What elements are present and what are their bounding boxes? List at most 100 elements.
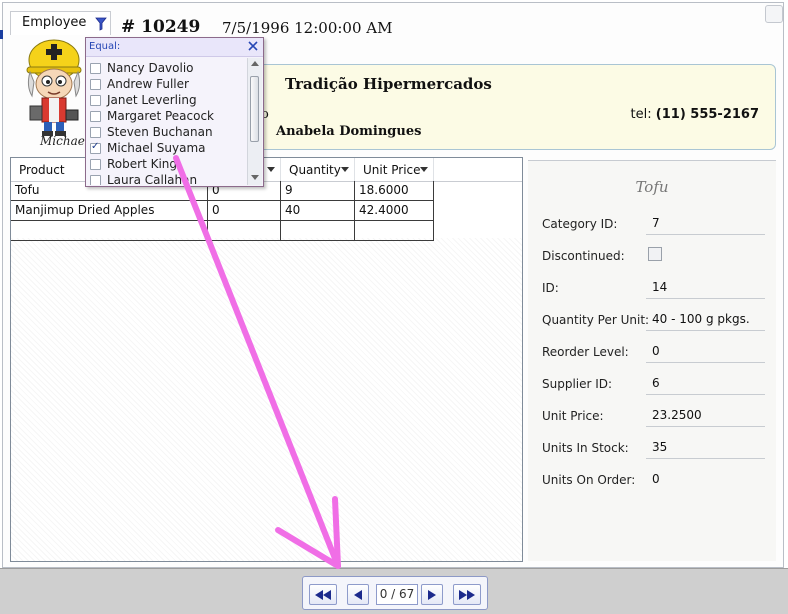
last-page-icon (459, 589, 475, 600)
filter-option-label: Robert King (107, 157, 178, 171)
detail-value[interactable]: 7 (646, 210, 765, 235)
filter-popup-header: Equal: (86, 38, 263, 57)
detail-value[interactable]: 6 (646, 370, 765, 395)
scrollbar-thumb[interactable] (250, 76, 259, 142)
panel-corner-button[interactable] (765, 5, 783, 23)
filter-option[interactable]: Nancy Davolio (88, 60, 245, 76)
cell-product[interactable]: Manjimup Dried Apples (11, 201, 208, 220)
table-row-new[interactable] (11, 221, 434, 241)
filter-value-list: Nancy Davolio Andrew Fuller Janet Leverl… (88, 58, 245, 185)
discontinued-checkbox[interactable] (648, 247, 662, 261)
filter-option[interactable]: Janet Leverling (88, 92, 245, 108)
next-page-button[interactable] (421, 584, 443, 605)
cell-unit-price[interactable]: 18.6000 (355, 181, 434, 200)
customer-phone: tel: (11) 555-2167 (631, 107, 759, 122)
filter-checkbox[interactable] (90, 111, 101, 122)
detail-value[interactable]: 35 (646, 434, 765, 459)
column-filter-arrow-icon[interactable] (341, 167, 349, 172)
filter-option-label: Michael Suyama (107, 141, 206, 155)
detail-row-supplier-id: Supplier ID: 6 (528, 365, 776, 397)
previous-page-icon (354, 589, 362, 600)
cell-unit-price[interactable]: 42.4000 (355, 201, 434, 220)
filter-checkbox[interactable] (90, 63, 101, 74)
order-date: 7/5/1996 12:00:00 AM (222, 19, 393, 37)
detail-row-units-in-stock: Units In Stock: 35 (528, 429, 776, 461)
column-header-unit-price[interactable]: Unit Price (355, 158, 434, 181)
filter-option[interactable]: Robert King (88, 156, 245, 172)
product-details-title: Tofu (635, 178, 669, 196)
detail-row-reorder-level: Reorder Level: 0 (528, 333, 776, 365)
cell-discount[interactable] (208, 221, 281, 240)
filter-icon[interactable] (95, 17, 107, 31)
cell-unit-price[interactable] (355, 221, 434, 240)
employee-column-header[interactable]: Employee (10, 11, 111, 35)
first-page-button[interactable] (309, 584, 337, 605)
close-icon[interactable] (247, 40, 259, 52)
column-header-label: Product (19, 163, 65, 177)
filter-operator-label: Equal: (89, 41, 121, 52)
filter-checkbox-checked[interactable] (90, 141, 101, 154)
last-page-button[interactable] (453, 584, 481, 605)
employee-avatar (22, 34, 86, 144)
detail-label: ID: (542, 281, 559, 295)
column-filter-arrow-icon[interactable] (420, 167, 428, 172)
cell-discount[interactable]: 0 (208, 201, 281, 220)
cell-product[interactable] (11, 221, 208, 240)
filter-option-label: Margaret Peacock (107, 109, 215, 123)
table-row[interactable]: Manjimup Dried Apples 0 40 42.4000 (11, 201, 434, 221)
detail-row-category-id: Category ID: 7 (528, 205, 776, 237)
cell-quantity[interactable]: 9 (281, 181, 355, 200)
scroll-up-icon[interactable] (251, 61, 259, 66)
filter-option-label: Steven Buchanan (107, 125, 213, 139)
detail-label: Supplier ID: (542, 377, 613, 391)
detail-value[interactable]: 23.2500 (646, 402, 765, 427)
filter-checkbox[interactable] (90, 79, 101, 90)
phone-prefix: tel: (630, 107, 652, 122)
detail-value[interactable]: 14 (646, 274, 765, 299)
filter-option[interactable]: Michael Suyama (88, 140, 245, 156)
cell-quantity[interactable] (281, 221, 355, 240)
detail-row-discontinued: Discontinued: (528, 237, 776, 269)
filter-option-label: Janet Leverling (107, 93, 197, 107)
filter-checkbox[interactable] (90, 95, 101, 106)
filter-checkbox[interactable] (90, 127, 101, 138)
column-header-label: Quantity (289, 163, 341, 177)
detail-value[interactable]: 0 (646, 466, 765, 491)
filter-option[interactable]: Margaret Peacock (88, 108, 245, 124)
detail-label: Unit Price: (542, 409, 604, 423)
detail-label: Discontinued: (542, 249, 625, 263)
employee-header-label: Employee (22, 15, 87, 30)
customer-contact: Anabela Domingues (276, 124, 422, 139)
filter-option[interactable]: Andrew Fuller (88, 76, 245, 92)
detail-label: Category ID: (542, 217, 618, 231)
scroll-down-icon[interactable] (251, 175, 259, 180)
cell-quantity[interactable]: 40 (281, 201, 355, 220)
filter-option[interactable]: Steven Buchanan (88, 124, 245, 140)
product-details-panel: Tofu Category ID: 7 Discontinued: ID: 14… (528, 160, 776, 561)
detail-row-quantity-per-unit: Quantity Per Unit: 40 - 100 g pkgs. (528, 301, 776, 333)
column-filter-arrow-icon[interactable] (267, 167, 275, 172)
selection-marker (0, 30, 3, 39)
detail-row-id: ID: 14 (528, 269, 776, 301)
detail-label: Quantity Per Unit: (542, 313, 650, 327)
filter-checkbox[interactable] (90, 159, 101, 170)
detail-label: Reorder Level: (542, 345, 629, 359)
page-indicator[interactable]: 0 / 67 (376, 584, 418, 605)
filter-option-label: Laura Callahan (107, 173, 198, 185)
filter-list-scrollbar[interactable] (247, 58, 262, 185)
filter-option-label: Andrew Fuller (107, 77, 189, 91)
pager: 0 / 67 (302, 576, 488, 610)
detail-value[interactable]: 0 (646, 338, 765, 363)
detail-row-units-on-order: Units On Order: 0 (528, 461, 776, 493)
column-header-label: Unit Price (363, 163, 421, 177)
filter-option[interactable]: Laura Callahan (88, 172, 245, 185)
previous-page-button[interactable] (347, 584, 369, 605)
avatar-name: Michael (40, 134, 89, 148)
column-header-quantity[interactable]: Quantity (281, 158, 355, 181)
detail-row-unit-price: Unit Price: 23.2500 (528, 397, 776, 429)
next-page-icon (428, 589, 436, 600)
filter-checkbox[interactable] (90, 175, 101, 185)
order-details-grid: Product Quantity Unit Price Tofu 0 9 18.… (10, 157, 523, 562)
detail-label: Units In Stock: (542, 441, 629, 455)
detail-value[interactable]: 40 - 100 g pkgs. (646, 306, 765, 331)
